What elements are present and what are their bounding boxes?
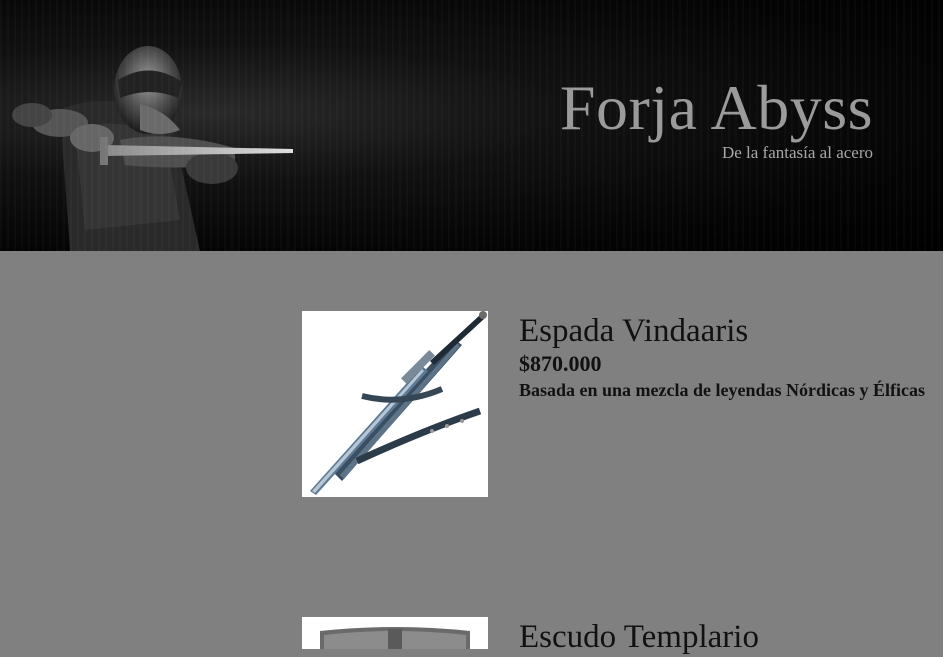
knight-hero-image xyxy=(12,46,293,251)
product-card: Espada Vindaaris $870.000 Basada en una … xyxy=(302,311,943,501)
product-description: Basada en una mezcla de leyendas Nórdica… xyxy=(519,380,926,400)
brand: Forja Abyss De la fantasía al acero xyxy=(560,72,873,163)
site-header: Forja Abyss De la fantasía al acero xyxy=(0,0,943,251)
site-tagline: De la fantasía al acero xyxy=(721,143,873,162)
sword-with-scabbard-icon xyxy=(310,311,487,495)
product-price: $870.000 xyxy=(519,351,602,376)
product-name[interactable]: Espada Vindaaris xyxy=(519,311,929,351)
product-name[interactable]: Escudo Templario xyxy=(519,617,929,657)
product-card: Escudo Templario xyxy=(302,617,943,655)
product-image-shield[interactable] xyxy=(302,617,488,649)
site-title[interactable]: Forja Abyss xyxy=(560,72,873,144)
templar-shield-icon xyxy=(302,617,488,649)
product-info: Escudo Templario xyxy=(519,617,929,657)
product-info: Espada Vindaaris $870.000 Basada en una … xyxy=(519,311,929,401)
product-image-sword[interactable] xyxy=(302,311,488,497)
